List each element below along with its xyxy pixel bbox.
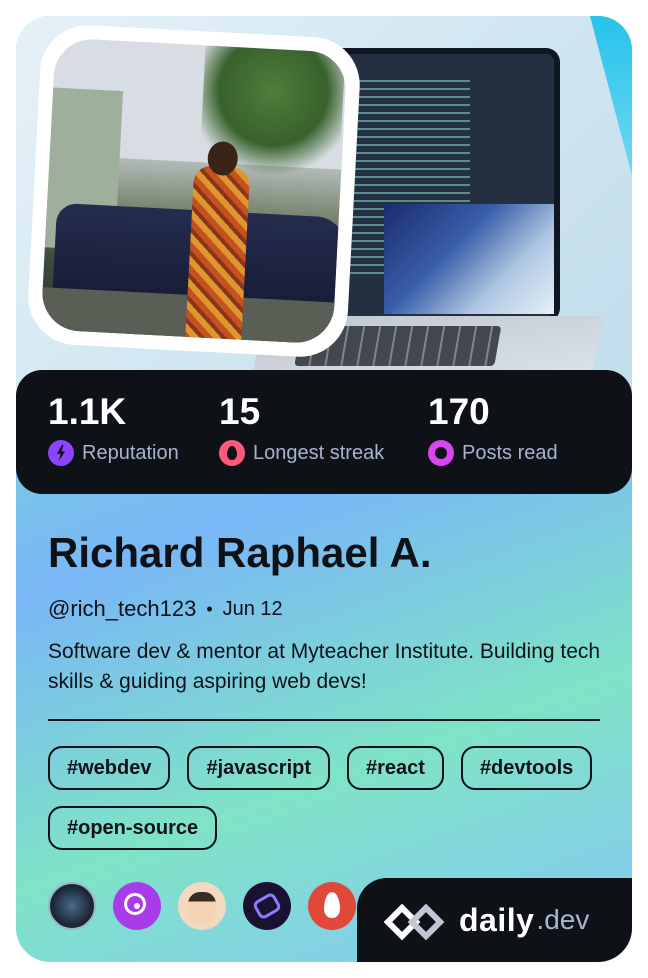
- flame-squad-icon[interactable]: [308, 882, 356, 930]
- stat-posts-read: 170 Posts read: [428, 392, 558, 466]
- avatar[interactable]: [25, 22, 363, 360]
- cover-image: [16, 16, 632, 406]
- tag-react[interactable]: #react: [347, 746, 444, 790]
- squad-badges: [48, 882, 356, 930]
- stat-label: Posts read: [462, 442, 558, 464]
- divider: [48, 719, 600, 721]
- tag-javascript[interactable]: #javascript: [187, 746, 330, 790]
- avatar-photo: [40, 37, 348, 345]
- flame-icon: [219, 440, 245, 466]
- daily-dev-logo[interactable]: daily .dev: [357, 878, 632, 962]
- join-date: Jun 12: [222, 597, 283, 620]
- stat-longest-streak: 15 Longest streak: [219, 392, 384, 466]
- stat-value: 1.1K: [48, 391, 127, 432]
- laptop-screen: [334, 54, 554, 316]
- tag-devtools[interactable]: #devtools: [460, 746, 593, 790]
- stat-value: 15: [219, 391, 261, 432]
- brand-primary: daily: [459, 901, 535, 938]
- eye-icon: [428, 440, 454, 466]
- tag-open-source[interactable]: #open-source: [48, 806, 218, 850]
- lightning-icon: [48, 440, 74, 466]
- developer-avatar-icon[interactable]: [178, 882, 226, 930]
- stats-bar: 1.1K Reputation 15 Longest streak 170 Po…: [16, 370, 632, 494]
- tag-list: #webdev #javascript #react #devtools #op…: [48, 746, 608, 850]
- stat-label: Longest streak: [253, 442, 385, 464]
- arm-squad-icon[interactable]: [48, 882, 96, 930]
- target-icon[interactable]: [113, 882, 161, 930]
- link-squad-icon[interactable]: [243, 882, 291, 930]
- stat-reputation: 1.1K Reputation: [48, 392, 179, 466]
- stat-value: 170: [428, 391, 490, 432]
- profile-name: Richard Raphael A.: [48, 529, 432, 576]
- profile-bio: Software dev & mentor at Myteacher Insti…: [48, 640, 601, 693]
- profile-card: 1.1K Reputation 15 Longest streak 170 Po…: [16, 16, 632, 962]
- profile-handle[interactable]: @rich_tech123: [48, 596, 196, 622]
- stat-label: Reputation: [82, 442, 179, 464]
- cover-decoration: [590, 16, 632, 176]
- daily-dev-logo-icon: [383, 901, 453, 941]
- profile-meta: @rich_tech123 • Jun 12: [48, 596, 283, 622]
- tag-webdev[interactable]: #webdev: [48, 746, 171, 790]
- brand-secondary: .dev: [536, 904, 590, 935]
- separator-dot: •: [206, 598, 213, 619]
